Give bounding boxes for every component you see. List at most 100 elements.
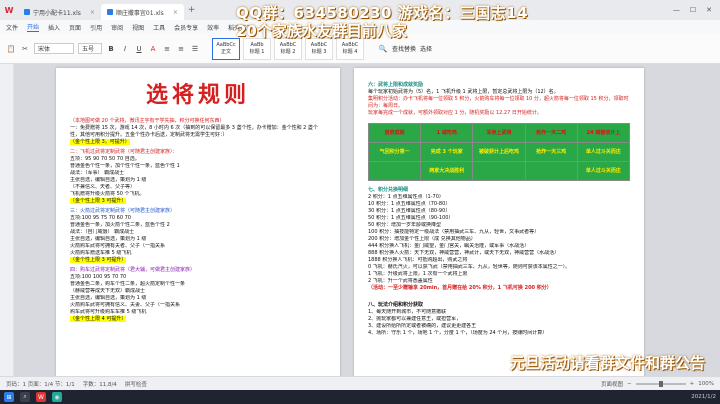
section-6-red-2: 玩家每完成一个成就，可额外领取对应 1 分，随机奖励以 12.27 日开始统计。: [368, 110, 542, 116]
list-icon[interactable]: ☰: [190, 44, 200, 54]
table-cell: 1 城吃鸡: [420, 123, 474, 143]
list-item: 2 飞机：升一个武将悉盖属性: [368, 278, 433, 284]
list-item: 五项:100 100 95 70 70: [70, 274, 127, 280]
taskbar: ⊞ ⌕ W ◉ 2021/1/2: [0, 390, 720, 404]
table-cell: 单人过斗关而庄: [576, 161, 631, 181]
underline-icon[interactable]: U: [134, 44, 144, 54]
table-cell: 抢炸一天二鸡: [524, 123, 578, 143]
maximize-icon[interactable]: ☐: [690, 6, 696, 14]
menu-layout[interactable]: 页面: [69, 23, 81, 32]
italic-icon[interactable]: I: [120, 44, 130, 54]
list-item: 30 积分：1 点五维属性点（80-90）: [368, 208, 451, 214]
status-bar: 页码：1 页面：1/4 节：1/1 字数：11,8/4 拼写检查 页面视图 − …: [0, 376, 720, 390]
search-icon[interactable]: ⌕: [20, 392, 30, 402]
list-item: 火箭购车赠送车推 5 级飞机: [70, 250, 132, 256]
zoom-control: 页面视图 − + 100%: [601, 380, 720, 388]
menu-view[interactable]: 视图: [132, 23, 144, 32]
section-6-text: 每个玩家初始武将为（5）名，1 飞机升级 1 武将上限，暂定总武将上限为（12）…: [368, 89, 559, 95]
list-item: 普通金色个性一条，加个性个性一条，蓝色个性 1: [70, 163, 180, 169]
list-item: 主张自选，编辑自选，策划为 1 级: [70, 177, 147, 183]
list-item: 10 积分：1 点五维属性点（70-80）: [368, 201, 451, 207]
wps-taskbar-icon[interactable]: W: [36, 392, 46, 402]
menu-review[interactable]: 审阅: [111, 23, 123, 32]
section-8-title: 八、玩法介绍和积分获取: [368, 302, 424, 308]
list-item: 50 积分：增加一岁年龄或换降型: [368, 222, 441, 228]
list-item: 50 积分：1 点五维属性点（90-100）: [368, 215, 454, 221]
page-title: 选将规则: [145, 82, 250, 108]
bold-icon[interactable]: B: [106, 44, 116, 54]
document-canvas: 选将规则 （本地图可做 20 个武将，微讯主宇有干学先抽，积分可换任何东西） 一…: [14, 64, 720, 378]
highlight-4: （金个性上限 4 可提升）: [70, 316, 127, 322]
style-label: 标题 3: [311, 49, 327, 55]
section-7-title: 七、积分兑换明细: [368, 187, 409, 193]
style-label: 标题 4: [342, 49, 358, 55]
tab-doc-1[interactable]: 宁用小配卡11.xls ×: [18, 4, 101, 20]
highlight-1: （金个性上限 3，可提升）: [70, 139, 130, 145]
table-cell: 气回积分第一: [367, 142, 422, 162]
table-row: 首府成就 1 城吃鸡 军亲上武将 抢炸一天二鸡 24 城被收计上: [367, 123, 631, 143]
clock: 2021/1/2: [691, 394, 716, 400]
zoom-in-icon[interactable]: +: [690, 381, 695, 387]
achievement-table: 首府成就 1 城吃鸡 军亲上武将 抢炸一天二鸡 24 城被收计上 气回积分第一 …: [367, 123, 631, 181]
style-label: 正文: [220, 49, 231, 55]
menu-efficiency[interactable]: 效率: [207, 23, 219, 32]
section-7-note: （活动：一至少赠输享 20min，首月赠在给 20% 积分，1 飞机可换 200…: [368, 285, 552, 291]
list-item: 2、抛玩家都可以兼建任意王，或担营军，: [368, 316, 462, 322]
zoom-knob[interactable]: [658, 380, 663, 387]
list-item: 2 积分：1 点五维属性点（1-70）: [368, 194, 444, 200]
list-item: 100 积分：抽技能特定一级战法（禁用抽武三车、九从，轻世，文事武者等）: [368, 229, 540, 235]
zoom-out-icon[interactable]: −: [627, 381, 632, 387]
table-cell: [524, 161, 578, 181]
left-rail: [0, 64, 14, 376]
word-count[interactable]: 字数：11,8/4: [83, 380, 117, 388]
menu-references[interactable]: 引用: [90, 23, 102, 32]
app-window: W 宁用小配卡11.xls × 顺庄撒事宜01.xls × + — ☐ ✕ 文件 开始 …: [0, 0, 720, 404]
tab-doc-2[interactable]: 顺庄撒事宜01.xls ×: [100, 4, 184, 20]
list-item: 0 飞机：赫氏汽火，可以获飞武（禁用抽武三车、九从，轻世等，随则可获该本属性之一…: [368, 264, 571, 270]
list-item: 五项：95 90 70 50 70 自选。: [70, 156, 140, 162]
select-button[interactable]: 选择: [420, 44, 432, 53]
cut-icon[interactable]: ✂: [20, 44, 30, 54]
browser-icon[interactable]: ◉: [52, 392, 62, 402]
menu-member[interactable]: 会员专享: [174, 23, 198, 32]
list-item: 1 飞机：升级武将上限，1 次有一个武将上限: [368, 271, 468, 277]
document-page-2: 六：武将上限和成就奖励 每个玩家初始武将为（5）名，1 飞机升级 1 武将上限，…: [354, 68, 644, 378]
list-item: （不兼信义、天者、父子等）: [70, 184, 136, 190]
zoom-level: 100%: [698, 380, 714, 387]
list-item: 888 积分换人火箭：天下无双，神威营营，神武计，或天下无双，神威营营（水战活）: [368, 250, 560, 256]
menu-file[interactable]: 文件: [6, 23, 18, 32]
font-color-icon[interactable]: A: [148, 44, 158, 54]
view-mode[interactable]: 页面视图: [601, 380, 623, 388]
list-item: 火箭购车武将可拥有夫者、父子（一指关系: [70, 243, 166, 249]
find-icon[interactable]: 🔍: [378, 44, 388, 54]
close-window-icon[interactable]: ✕: [706, 6, 712, 14]
doc-icon: [106, 9, 113, 15]
table-cell: 24 城被收计上: [576, 123, 631, 143]
style-label: 标题 1: [249, 49, 265, 55]
list-item: 1、每天随开到城市，不可随意撤联: [368, 309, 447, 315]
table-cell: [367, 161, 422, 181]
style-label: 标题 2: [280, 49, 296, 55]
close-icon[interactable]: ×: [173, 9, 178, 16]
minimize-icon[interactable]: —: [673, 6, 680, 14]
wps-logo-icon[interactable]: W: [0, 0, 18, 20]
menu-home[interactable]: 开始: [27, 22, 40, 32]
intro-line: （本地图可做 20 个武将，微讯主宇有干学先抽，积分可换任何东西）: [70, 118, 225, 124]
table-cell: 军亲上武将: [472, 123, 526, 143]
new-tab-icon[interactable]: +: [188, 5, 196, 15]
paste-icon[interactable]: 📋: [6, 44, 16, 54]
tab-label: 顺庄撒事宜01.xls: [115, 9, 164, 17]
zoom-slider[interactable]: [635, 380, 686, 387]
spell-check[interactable]: 拼写检查: [125, 380, 147, 388]
align-center-icon[interactable]: ≡: [176, 44, 186, 54]
font-size-select[interactable]: 五号: [78, 43, 102, 54]
start-icon[interactable]: ⊞: [4, 392, 14, 402]
list-item: 飞机赠将升级火箭将 50 个飞机。: [70, 191, 145, 197]
find-replace-button[interactable]: 查找替换: [392, 44, 416, 53]
close-icon[interactable]: ×: [90, 9, 95, 16]
align-left-icon[interactable]: ≡: [162, 44, 172, 54]
section-6-title: 六：武将上限和成就奖励: [368, 82, 424, 88]
menu-tools[interactable]: 工具: [153, 23, 165, 32]
font-select[interactable]: 宋体: [34, 43, 74, 54]
menu-insert[interactable]: 插入: [48, 23, 60, 32]
